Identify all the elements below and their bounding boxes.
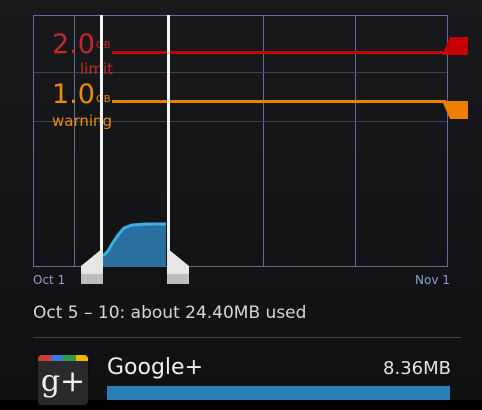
app-usage-bar [107, 386, 450, 400]
usage-summary: Oct 5 – 10: about 24.40MB used [33, 303, 307, 323]
range-start-line[interactable] [100, 15, 103, 270]
range-end-line[interactable] [167, 15, 170, 270]
range-end-handle[interactable] [167, 248, 189, 284]
warning-unit: GB [96, 94, 111, 105]
limit-label: limit [80, 60, 113, 78]
range-start-handle[interactable] [81, 248, 103, 284]
limit-handle[interactable] [442, 37, 468, 55]
axis-end-label: Nov 1 [415, 273, 450, 287]
limit-value: 2.0 [52, 29, 95, 60]
divider [33, 337, 461, 338]
app-data-size: 8.36MB [383, 358, 451, 379]
warning-label: warning [52, 112, 113, 130]
usage-chart: 2.0 GB limit 1.0 GB warning Oct 1 Nov 1 [0, 0, 482, 300]
axis-start-label: Oct 1 [33, 273, 66, 287]
warning-handle[interactable] [442, 101, 468, 119]
limit-line[interactable] [112, 51, 446, 54]
app-name: Google+ [107, 355, 204, 380]
warning-line[interactable] [112, 100, 446, 103]
app-usage-row[interactable]: g+ Google+ 8.36MB [33, 350, 463, 410]
google-plus-icon: g+ [38, 355, 88, 405]
warning-value: 1.0 [52, 79, 95, 110]
limit-unit: GB [96, 40, 111, 51]
data-usage-screen: 2.0 GB limit 1.0 GB warning Oct 1 Nov 1 … [0, 0, 482, 405]
